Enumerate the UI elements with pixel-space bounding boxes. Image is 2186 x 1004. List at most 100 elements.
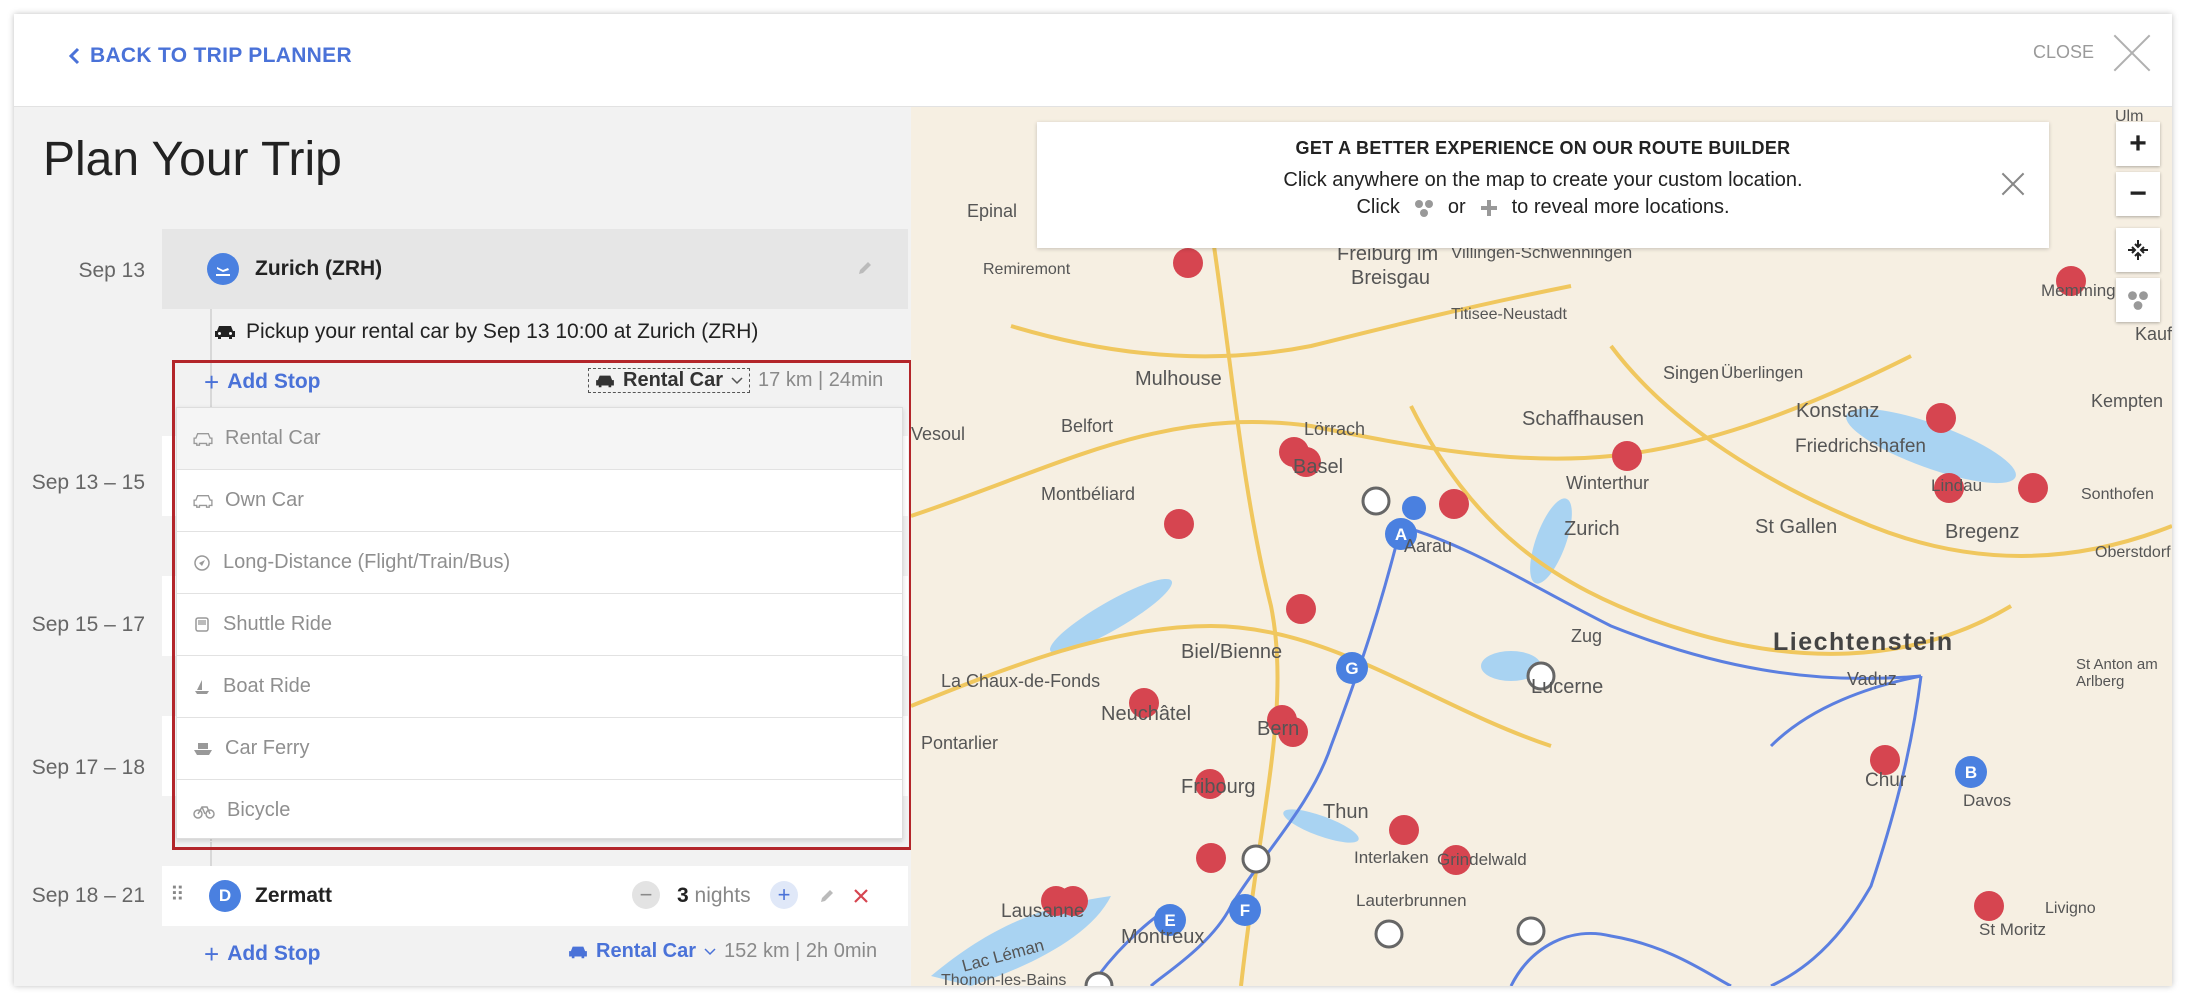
plane-landing-icon (216, 267, 230, 276)
close-icon[interactable] (2112, 32, 2152, 72)
map-label: Chur (1865, 770, 1907, 791)
fit-map-button[interactable] (2116, 228, 2160, 272)
map-label: Montreux (1121, 926, 1205, 948)
map-label: Singen (1663, 363, 1720, 383)
date-label: Sep 17 – 18 (31, 756, 145, 779)
stop-card-zermatt[interactable]: ⠿ D Zermatt − 3 nights + (162, 866, 908, 926)
option-label: Car Ferry (225, 737, 310, 759)
map-label: St Gallen (1755, 516, 1838, 538)
map-label: Sonthofen (2081, 486, 2154, 503)
map-label: Zurich (1564, 518, 1620, 540)
transport-mode-label: Rental Car (623, 369, 724, 391)
start-stop-card[interactable]: Zurich (ZRH) (162, 229, 908, 309)
chevron-down-icon (704, 947, 716, 955)
route-map[interactable]: A B E F G Epinal Remiremont Freiburg im … (911, 106, 2172, 986)
transport-mode-label: Rental Car (596, 940, 697, 962)
decrease-nights-button[interactable]: − (632, 881, 660, 909)
add-stop-button[interactable]: + Add Stop (204, 941, 321, 967)
map-marker-label: F (1240, 901, 1250, 920)
chevron-left-icon (68, 47, 80, 65)
option-boat-ride[interactable]: Boat Ride (177, 656, 902, 718)
start-stop-name: Zurich (ZRH) (255, 257, 383, 280)
compress-arrows-icon (2128, 240, 2148, 260)
map-marker-label: B (1965, 763, 1977, 782)
date-label: Sep 18 – 21 (31, 884, 145, 907)
add-stop-label: Add Stop (227, 370, 321, 393)
transport-selector: Rental Car 152 km | 2h 0min (568, 940, 877, 963)
option-shuttle-ride[interactable]: Shuttle Ride (177, 594, 902, 656)
map-label: Liechtenstein (1773, 628, 1954, 656)
option-car-ferry[interactable]: Car Ferry (177, 718, 902, 780)
bicycle-icon (193, 805, 215, 819)
nights-value: 3 (677, 884, 689, 907)
banner-title: GET A BETTER EXPERIENCE ON OUR ROUTE BUI… (1295, 138, 1791, 158)
transport-mode-dropdown: Rental Car Own Car Long-Distance (Flight… (176, 407, 903, 842)
map-label: St Anton am Arlberg (2076, 656, 2158, 690)
date-label: Sep 15 – 17 (31, 613, 145, 636)
back-to-trip-planner-link[interactable]: BACK TO TRIP PLANNER (68, 44, 352, 68)
map-label: Mulhouse (1135, 368, 1222, 390)
banner-or-text: or (1447, 196, 1466, 218)
date-label: Sep 13 (78, 259, 145, 282)
transport-mode-select[interactable]: Rental Car (588, 368, 751, 393)
drag-handle-icon[interactable]: ⠿ (170, 882, 185, 907)
transport-mode-select[interactable]: Rental Car (568, 940, 716, 963)
option-long-distance[interactable]: Long-Distance (Flight/Train/Bus) (177, 532, 902, 594)
option-own-car[interactable]: Own Car (177, 470, 902, 532)
route-builder-banner: GET A BETTER EXPERIENCE ON OUR ROUTE BUI… (1037, 122, 2049, 248)
banner-line-1: Click anywhere on the map to create your… (1283, 169, 1803, 191)
map-label: Lausanne (1001, 901, 1085, 922)
map-label: Vaduz (1847, 669, 1897, 689)
map-label: Breisgau (1351, 267, 1430, 289)
option-label: Rental Car (225, 427, 321, 449)
car-icon (569, 946, 587, 958)
reveal-locations-button[interactable] (2116, 278, 2160, 322)
option-rental-car[interactable]: Rental Car (177, 408, 902, 470)
map-label: Epinal (967, 201, 1018, 221)
trip-plan-panel: Plan Your Trip Sep 13 Sep 13 – 15 Sep 15… (14, 106, 911, 986)
map-label: Thun (1323, 801, 1369, 823)
nights-label: nights (694, 884, 751, 907)
banner-close-icon[interactable] (2001, 172, 2025, 196)
banner-click-text: Click (1356, 196, 1400, 218)
close-button[interactable]: CLOSE (2033, 32, 2152, 72)
map-label: Lucerne (1531, 676, 1604, 698)
map-marker-label: G (1345, 659, 1358, 678)
stop-name: Zermatt (255, 884, 333, 907)
delete-icon[interactable] (852, 887, 870, 905)
date-label: Sep 13 – 15 (31, 471, 145, 494)
car-icon (596, 375, 614, 387)
map-label: Interlaken (1354, 848, 1429, 867)
leg-distance: 152 km | 2h 0min (724, 940, 878, 962)
back-label: BACK TO TRIP PLANNER (90, 44, 352, 67)
car-icon (215, 326, 235, 339)
map-label: Oberstdorf (2095, 544, 2171, 561)
map-label: Livigno (2045, 900, 2096, 917)
option-label: Own Car (225, 489, 304, 511)
leg-distance: 17 km | 24min (758, 369, 884, 391)
nights-counter: 3 nights (677, 884, 751, 908)
map-label: Bregenz (1945, 521, 2020, 543)
map-label: Konstanz (1796, 400, 1880, 422)
close-label: CLOSE (2032, 41, 2094, 62)
car-icon (193, 432, 213, 446)
pencil-icon[interactable] (818, 887, 836, 905)
zoom-in-button[interactable]: + (2116, 122, 2160, 166)
map-label: Neuchâtel (1101, 703, 1192, 725)
map-label: Aarau (1404, 536, 1453, 556)
pencil-icon[interactable] (856, 259, 874, 277)
option-label: Long-Distance (Flight/Train/Bus) (223, 551, 511, 573)
map-label: Remiremont (983, 261, 1071, 278)
map-label: Davos (1963, 791, 2012, 810)
bus-icon (195, 616, 209, 632)
map-label: Thonon-les-Bains (941, 972, 1067, 986)
add-stop-button[interactable]: + Add Stop (204, 369, 321, 395)
sailboat-icon (195, 679, 209, 694)
zoom-out-button[interactable]: − (2116, 172, 2160, 216)
add-stop-label: Add Stop (227, 942, 321, 965)
increase-nights-button[interactable]: + (770, 881, 798, 909)
map-label: Titisee-Neustadt (1451, 306, 1567, 323)
map-label: Grindelwald (1437, 850, 1527, 869)
option-bicycle[interactable]: Bicycle (177, 780, 902, 842)
banner-reveal-text: to reveal more locations. (1511, 196, 1730, 218)
